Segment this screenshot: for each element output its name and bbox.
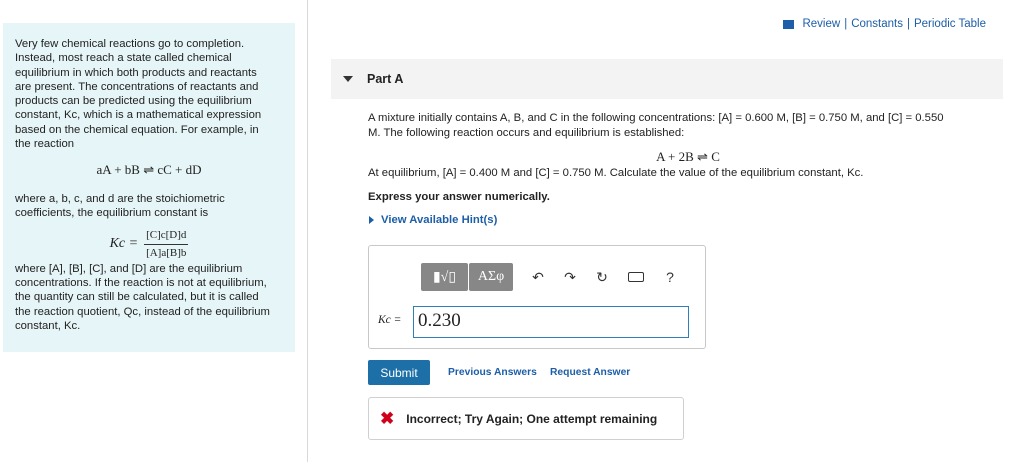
view-hints-link[interactable]: View Available Hint(s)	[368, 213, 1008, 228]
resource-links: Review | Constants | Periodic Table	[783, 18, 986, 30]
feedback-text: Incorrect; Try Again; One attempt remain…	[406, 411, 658, 426]
hint-label: View Available Hint(s)	[381, 213, 498, 226]
kc-denominator: [A]a[B]b	[146, 246, 187, 259]
intro-panel: Very few chemical reactions go to comple…	[3, 23, 295, 352]
collapse-caret-icon[interactable]	[343, 76, 353, 82]
part-header[interactable]: Part A	[331, 59, 1003, 99]
math-toolbar: ▮√▯ ΑΣφ ↶ ↷ ↻ ?	[421, 263, 679, 291]
error-x-icon: ✖	[380, 408, 395, 428]
keyboard-icon[interactable]	[627, 269, 645, 285]
previous-answers-link[interactable]: Previous Answers	[448, 367, 537, 378]
question-text-line-2: M. The following reaction occurs and equ…	[368, 126, 685, 139]
intro-paragraph-3: where [A], [B], [C], and [D] are the equ…	[15, 262, 270, 333]
answer-panel: ▮√▯ ΑΣφ ↶ ↷ ↻ ? Kc = 0.230	[368, 245, 706, 349]
reset-icon[interactable]: ↻	[593, 269, 611, 286]
templates-button[interactable]: ▮√▯	[421, 263, 468, 291]
part-title: Part A	[367, 72, 404, 86]
question-text-line-3: At equilibrium, [A] = 0.400 M and [C] = …	[368, 166, 864, 179]
submit-button[interactable]: Submit	[368, 360, 430, 385]
intro-paragraph-2: where a, b, c, and d are the stoichiomet…	[15, 192, 225, 219]
panel-divider	[307, 0, 308, 462]
caret-right-icon	[369, 215, 374, 224]
book-icon	[783, 19, 795, 29]
answer-label: Kc =	[378, 314, 402, 326]
kc-expression: Kc = [C]c[D]d [A]a[B]b	[15, 228, 283, 260]
redo-icon[interactable]: ↷	[561, 269, 579, 286]
question-text-line-1: A mixture initially contains A, B, and C…	[368, 112, 944, 124]
answer-instruction: Express your answer numerically.	[368, 191, 550, 203]
intro-paragraph-1: Very few chemical reactions go to comple…	[15, 38, 262, 151]
question-content: A mixture initially contains A, B, and C…	[368, 111, 1008, 227]
help-icon[interactable]: ?	[661, 269, 679, 285]
review-link[interactable]: Review	[802, 18, 840, 30]
constants-link[interactable]: Constants	[851, 18, 903, 30]
request-answer-link[interactable]: Request Answer	[550, 367, 630, 378]
link-separator: |	[844, 18, 848, 30]
kc-fraction: [C]c[D]d [A]a[B]b	[144, 228, 189, 260]
general-reaction: aA + bB ⇌ cC + dD	[96, 162, 202, 178]
reaction-equation: A + 2B ⇌ C	[656, 149, 720, 164]
periodic-table-link[interactable]: Periodic Table	[914, 18, 986, 30]
link-separator: |	[906, 18, 910, 30]
symbols-button[interactable]: ΑΣφ	[469, 263, 513, 291]
undo-icon[interactable]: ↶	[529, 269, 547, 286]
kc-lhs: Kc =	[109, 235, 139, 251]
answer-input[interactable]: 0.230	[413, 306, 689, 338]
feedback-message: ✖ Incorrect; Try Again; One attempt rema…	[368, 397, 684, 440]
kc-numerator: [C]c[D]d	[144, 228, 189, 245]
